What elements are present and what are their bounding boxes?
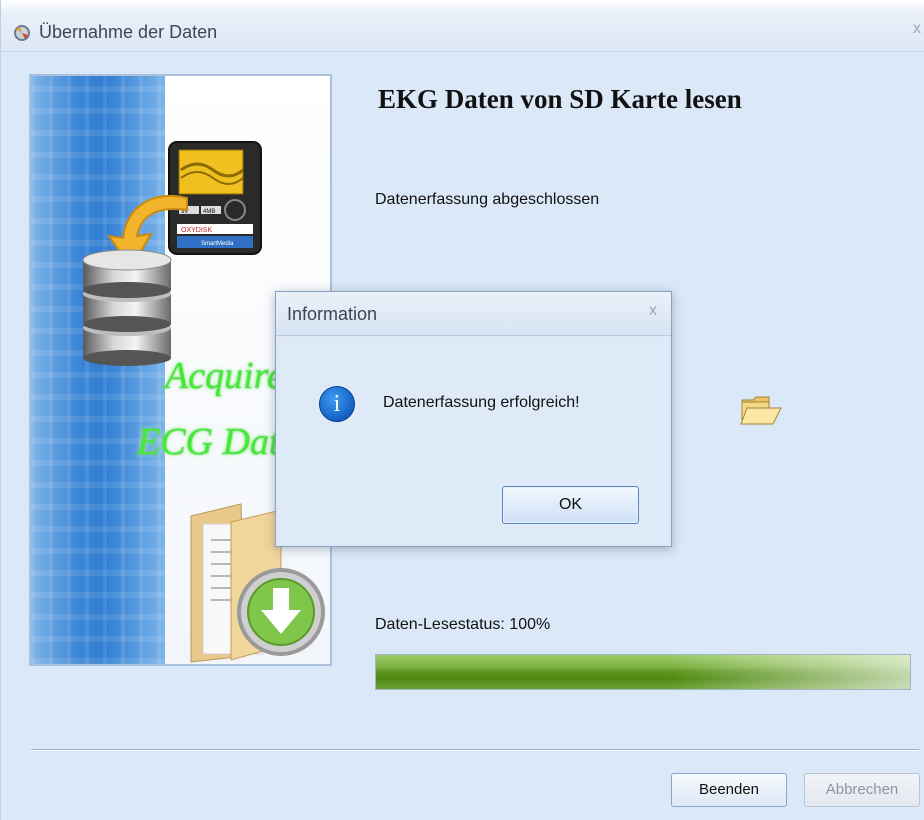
- dialog-title: Information: [287, 304, 378, 324]
- database-icon: [82, 249, 172, 366]
- info-icon: i: [319, 386, 355, 422]
- ok-button[interactable]: OK: [502, 486, 639, 524]
- cancel-button[interactable]: Abbrechen: [804, 773, 920, 807]
- download-icon: [237, 568, 325, 656]
- end-button[interactable]: Beenden: [671, 773, 787, 807]
- banner-blue-panel: [31, 76, 165, 664]
- window-title: Übernahme der Daten: [39, 22, 218, 42]
- progress-fill: [376, 655, 910, 689]
- page-heading: EKG Daten von SD Karte lesen: [378, 84, 742, 114]
- information-dialog: Information x i Datenerfassung erfolgrei…: [275, 291, 672, 547]
- status-text: Datenerfassung abgeschlossen: [375, 191, 600, 208]
- title-bar: Übernahme der Daten x: [1, 10, 924, 52]
- main-window: Übernahme der Daten x 3V 4MB OXYDISK Sma…: [0, 0, 924, 820]
- sd-card-type: SmartMedia: [201, 241, 234, 247]
- progress-label: Daten-Lesestatus: 100%: [375, 616, 551, 633]
- app-icon: [14, 25, 30, 41]
- banner-text-acquire: Acquire: [165, 355, 284, 397]
- sd-card-spec2: 4MB: [203, 209, 215, 215]
- open-folder-icon[interactable]: [739, 392, 783, 428]
- dialog-title-bar: Information x: [276, 292, 671, 336]
- window-close-button[interactable]: x: [913, 20, 921, 38]
- progress-bar: [375, 654, 911, 690]
- dialog-message: Datenerfassung erfolgreich!: [383, 394, 580, 411]
- dialog-close-button[interactable]: x: [649, 302, 657, 320]
- footer-separator: [31, 749, 919, 751]
- top-strip: [1, 0, 924, 10]
